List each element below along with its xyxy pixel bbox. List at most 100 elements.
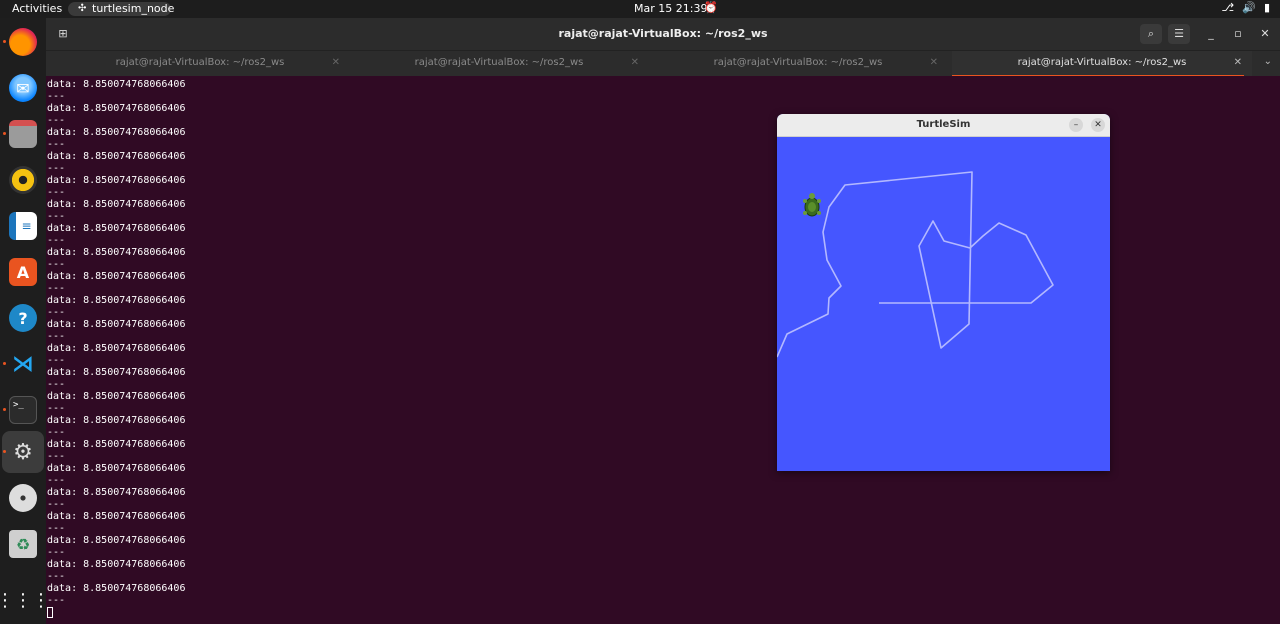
terminal-data-line: data: 8.850074768066406 [47, 79, 186, 90]
tab-2[interactable]: rajat@rajat-VirtualBox: ~/ros2_ws ✕ [349, 51, 649, 76]
minimize-icon: _ [1208, 27, 1214, 40]
help-icon: ? [9, 304, 37, 332]
battery-icon: ▮ [1263, 1, 1270, 14]
tab-3[interactable]: rajat@rajat-VirtualBox: ~/ros2_ws ✕ [648, 51, 948, 76]
dock-settings[interactable]: ⚙ [3, 436, 39, 468]
tab-1[interactable]: rajat@rajat-VirtualBox: ~/ros2_ws ✕ [50, 51, 350, 76]
terminal-separator-line: --- [47, 427, 66, 438]
dock-writer[interactable]: ≡ [7, 210, 39, 242]
clock[interactable]: Mar 15 21:39 [634, 2, 707, 15]
terminal-data-line: data: 8.850074768066406 [47, 151, 186, 162]
dock-files[interactable] [3, 118, 39, 150]
app-menu-label: turtlesim_node [92, 2, 175, 15]
files-icon [9, 120, 37, 148]
close-button[interactable]: ✕ [1254, 24, 1276, 44]
minimize-button[interactable]: _ [1200, 24, 1222, 44]
terminal-separator-line: --- [47, 331, 66, 342]
tab-label: rajat@rajat-VirtualBox: ~/ros2_ws [115, 57, 285, 68]
terminal-data-line: data: 8.850074768066406 [47, 199, 186, 210]
settings-icon: ⚙ [13, 439, 33, 465]
terminal-data-line: data: 8.850074768066406 [47, 559, 186, 570]
dock-dvd[interactable] [7, 482, 39, 514]
app-menu-button[interactable]: ✣ turtlesim_node [68, 2, 175, 16]
top-bar: Activities ✣ turtlesim_node Mar 15 21:39… [0, 0, 1280, 18]
window-title: rajat@rajat-VirtualBox: ~/ros2_ws [558, 27, 768, 40]
activities-button[interactable]: Activities [12, 2, 62, 15]
dock-terminal[interactable]: >_ [3, 394, 39, 426]
canvas-background [777, 137, 1110, 471]
search-button[interactable]: ⌕ [1140, 24, 1162, 44]
running-indicator [3, 408, 6, 411]
running-indicator [3, 40, 6, 43]
close-icon: ✕ [1094, 120, 1102, 130]
dock-help[interactable]: ? [7, 302, 39, 334]
terminal-data-line: data: 8.850074768066406 [47, 343, 186, 354]
vscode-icon: ⋊ [12, 351, 34, 377]
terminal-separator-line: --- [47, 379, 66, 390]
turtlesim-window[interactable]: TurtleSim – ✕ [777, 114, 1110, 471]
search-icon: ⌕ [1147, 27, 1155, 40]
terminal-data-line: data: 8.850074768066406 [47, 391, 186, 402]
firefox-icon [9, 28, 37, 56]
dock-firefox[interactable] [3, 26, 39, 58]
turtlesim-minimize-button[interactable]: – [1069, 118, 1083, 132]
dock-rhythmbox[interactable] [7, 164, 39, 196]
terminal-data-line: data: 8.850074768066406 [47, 367, 186, 378]
tab-close-icon[interactable]: ✕ [1234, 51, 1242, 75]
hamburger-icon: ☰ [1174, 27, 1184, 40]
turtlesim-titlebar[interactable]: TurtleSim – ✕ [777, 114, 1110, 137]
terminal-data-line: data: 8.850074768066406 [47, 295, 186, 306]
running-indicator [3, 362, 6, 365]
terminal-separator-line: --- [47, 187, 66, 198]
volume-icon: 🔊 [1242, 1, 1256, 14]
turtlesim-title: TurtleSim [916, 119, 971, 130]
dock-app-center[interactable]: A [7, 256, 39, 288]
terminal-separator-line: --- [47, 355, 66, 366]
dock-show-apps[interactable]: ⋮⋮⋮ [0, 584, 50, 616]
terminal-data-line: data: 8.850074768066406 [47, 583, 186, 594]
tab-close-icon[interactable]: ✕ [631, 51, 639, 75]
terminal-data-line: data: 8.850074768066406 [47, 463, 186, 474]
tab-close-icon[interactable]: ✕ [930, 51, 938, 75]
dock-trash[interactable]: ♻ [7, 528, 39, 560]
terminal-separator-line: --- [47, 403, 66, 414]
terminal-data-line: data: 8.850074768066406 [47, 247, 186, 258]
terminal-cursor [47, 607, 53, 618]
libreoffice-writer-icon: ≡ [9, 212, 37, 240]
terminal-data-line: data: 8.850074768066406 [47, 271, 186, 282]
terminal-data-line: data: 8.850074768066406 [47, 511, 186, 522]
alarm-icon: ⏰ [704, 1, 718, 14]
terminal-separator-line: --- [47, 451, 66, 462]
terminal-lines: data: 8.850074768066406 --- data: 8.850074… [47, 79, 185, 619]
maximize-button[interactable]: ▫ [1227, 24, 1249, 44]
terminal-headerbar: ⊞ rajat@rajat-VirtualBox: ~/ros2_ws ⌕ ☰ … [46, 18, 1280, 50]
tab-4[interactable]: rajat@rajat-VirtualBox: ~/ros2_ws ✕ [952, 51, 1252, 77]
terminal-icon: >_ [9, 396, 37, 424]
trash-icon: ♻ [9, 530, 37, 558]
terminal-separator-line: --- [47, 307, 66, 318]
terminal-data-line: data: 8.850074768066406 [47, 415, 186, 426]
dock: ✉ ≡ A ? ⋊ >_ ⚙ ♻ ⋮⋮⋮ [0, 18, 50, 624]
terminal-prompt-line [47, 607, 185, 619]
terminal-separator-line: --- [47, 91, 66, 102]
tab-close-icon[interactable]: ✕ [332, 51, 340, 75]
app-center-icon: A [9, 258, 37, 286]
running-indicator [3, 450, 6, 453]
menu-button[interactable]: ☰ [1168, 24, 1190, 44]
terminal-data-line: data: 8.850074768066406 [47, 439, 186, 450]
terminal-separator-line: --- [47, 259, 66, 270]
terminal-data-line: data: 8.850074768066406 [47, 535, 186, 546]
terminal-separator-line: --- [47, 211, 66, 222]
dock-thunderbird[interactable]: ✉ [7, 72, 39, 104]
system-tray[interactable]: ⎇ 🔊 ▮ [1222, 1, 1270, 14]
dock-vscode[interactable]: ⋊ [3, 348, 39, 380]
tabs-overflow-icon[interactable]: ⌄ [1264, 56, 1272, 67]
terminal-data-line: data: 8.850074768066406 [47, 103, 186, 114]
terminal-separator-line: --- [47, 163, 66, 174]
network-icon: ⎇ [1221, 1, 1235, 14]
turtlesim-canvas [777, 137, 1110, 471]
turtlesim-close-button[interactable]: ✕ [1091, 118, 1105, 132]
minimize-icon: – [1073, 120, 1079, 130]
running-indicator [3, 132, 6, 135]
rhythmbox-icon [9, 166, 37, 194]
